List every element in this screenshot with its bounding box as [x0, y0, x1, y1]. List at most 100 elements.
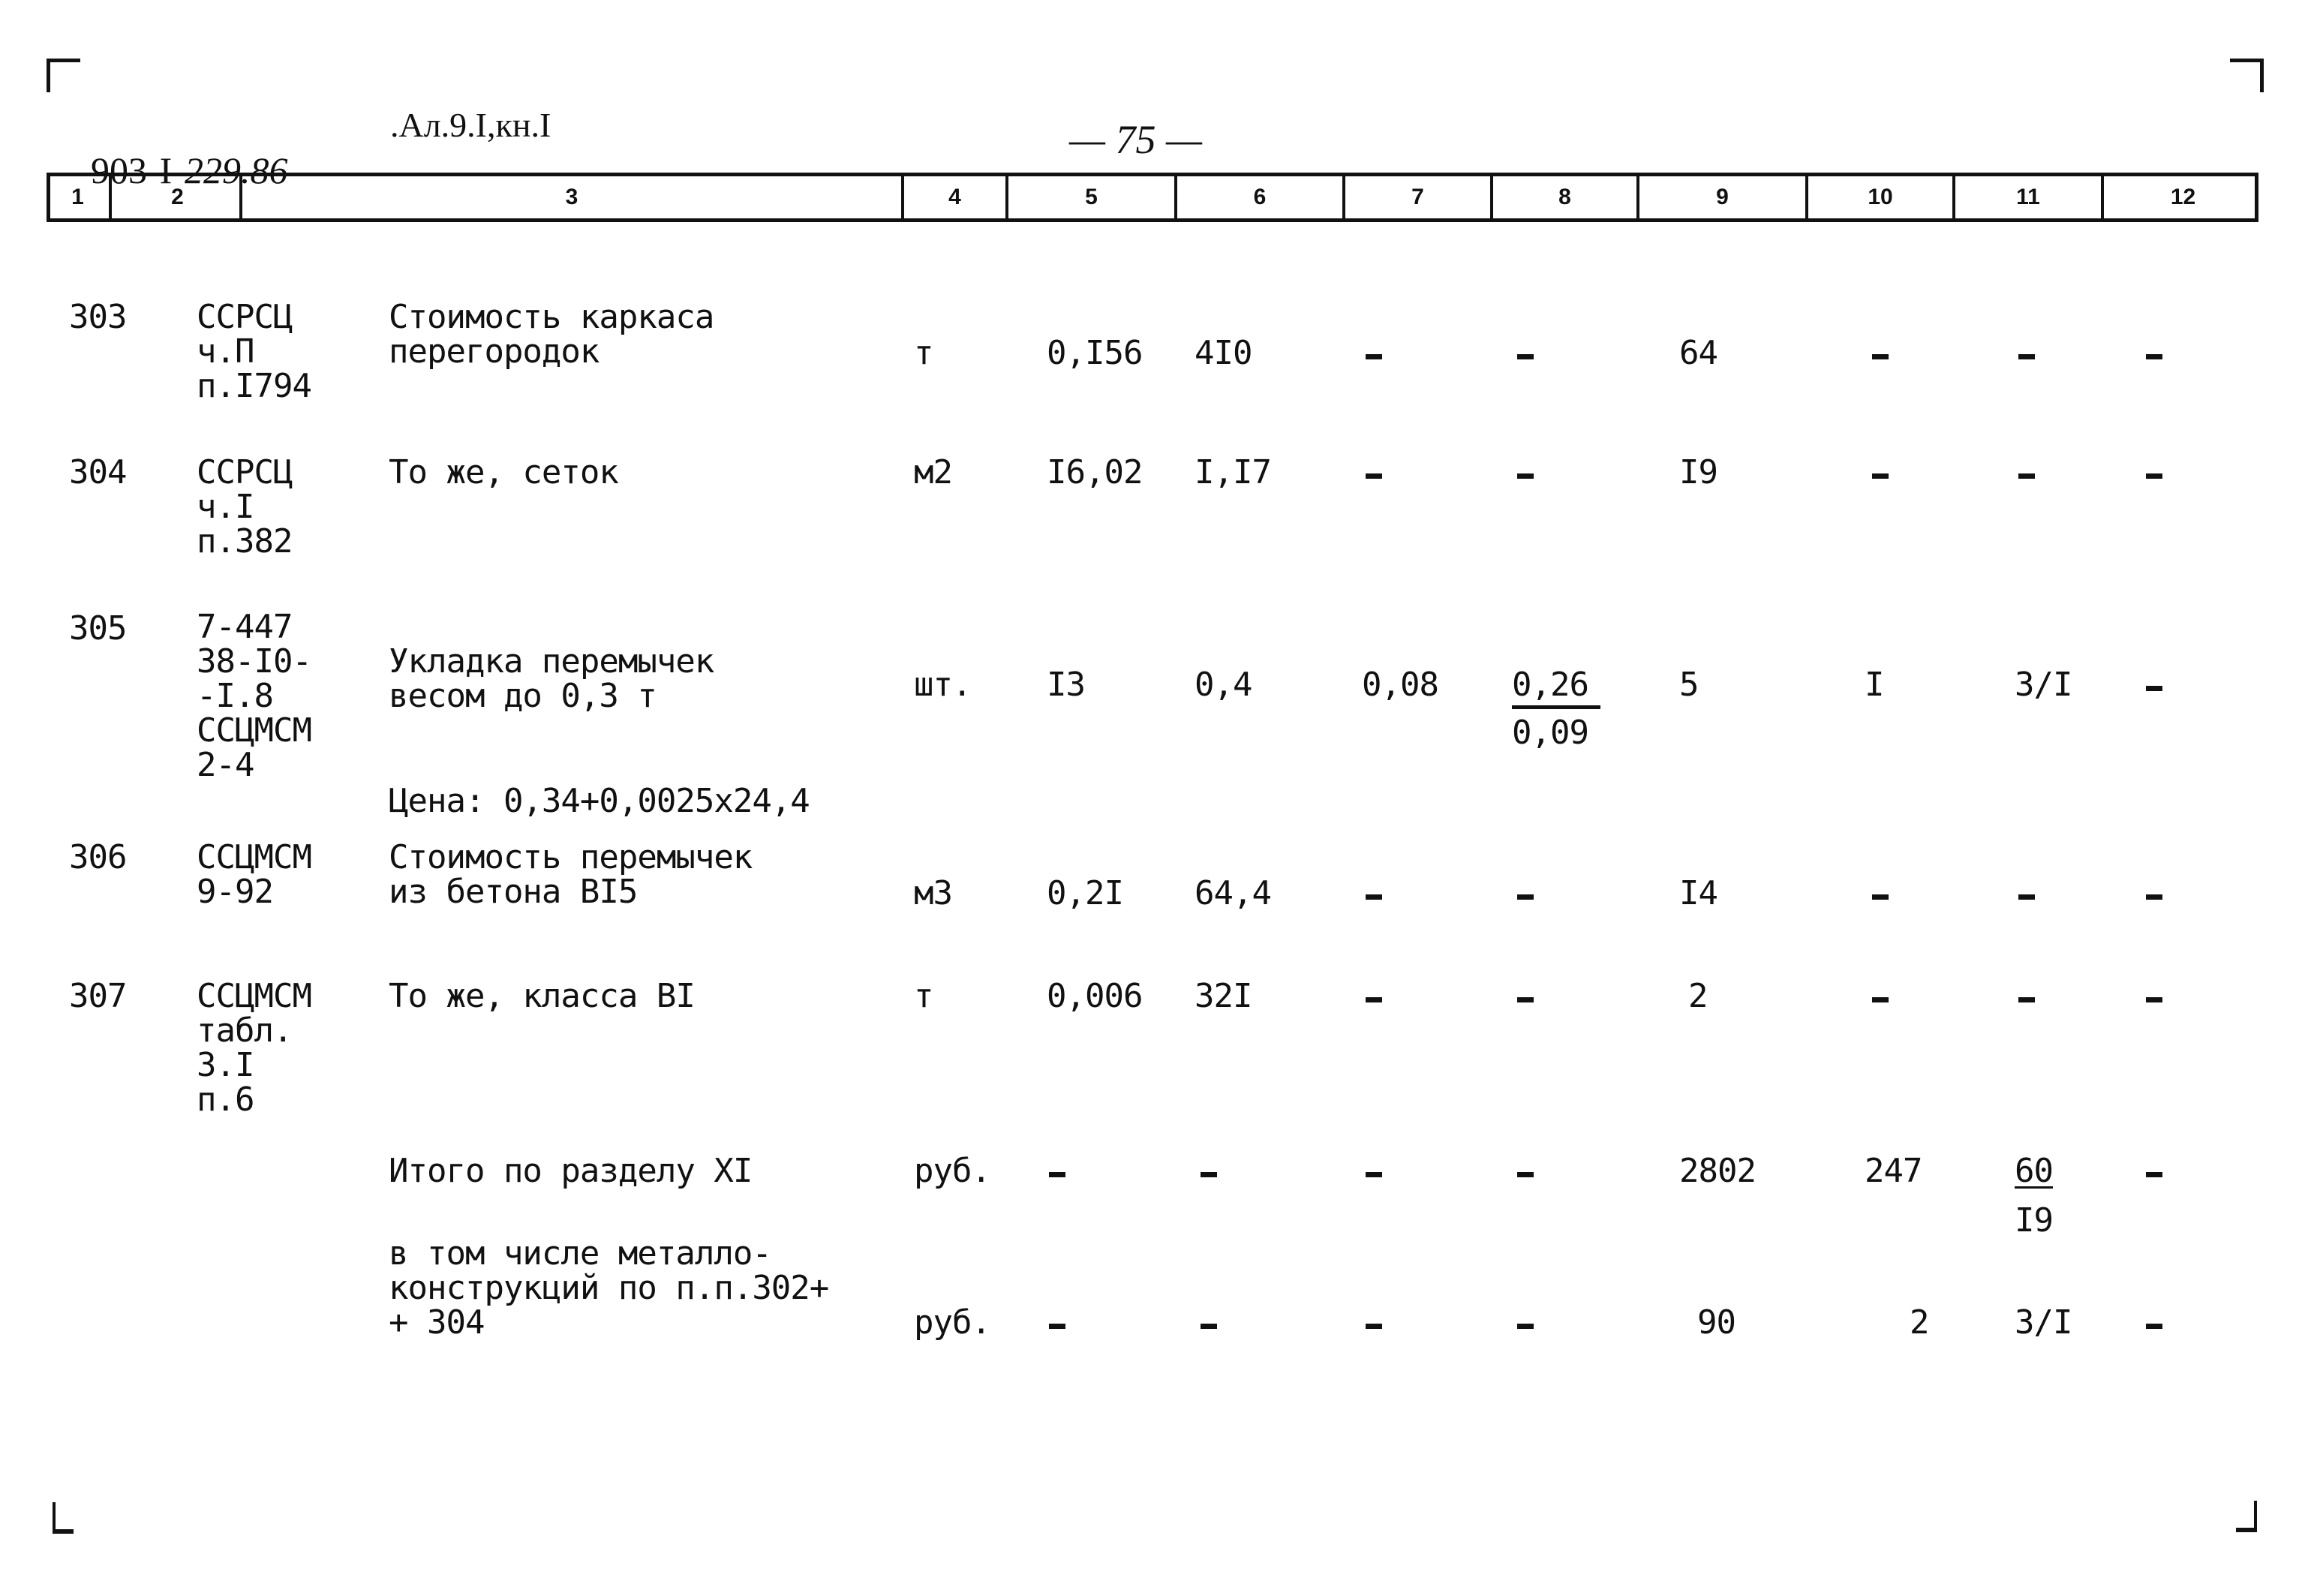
reference-code-line: п.382: [197, 522, 293, 561]
totals-col12-dash: [2146, 1172, 2162, 1177]
unit-cell: т: [914, 977, 933, 1015]
reference-code-line: ч.П: [197, 332, 254, 371]
column-12-cell-dash: [2146, 686, 2162, 691]
column-11-cell-dash: [2018, 354, 2035, 359]
unit-cell: т: [914, 334, 933, 372]
item-description-line: весом до 0,3 т: [389, 677, 657, 715]
column-8-numerator: 0,26: [1512, 666, 1589, 704]
column-header-4: 4: [904, 176, 1008, 218]
totals-description-line: + 304: [389, 1303, 485, 1342]
column-12-cell-dash: [2146, 997, 2162, 1002]
row-number: 306: [69, 838, 127, 876]
quantity-cell: 0,2I: [1047, 874, 1124, 912]
totals-col6-dash: [1201, 1172, 1217, 1177]
totals-col10: 2: [1910, 1303, 1929, 1342]
row-number: 305: [69, 609, 127, 648]
unit-cost-cell: I,I7: [1195, 453, 1272, 491]
reference-code-line: ССРСЦ: [197, 298, 293, 336]
total-cost-cell: I4: [1679, 874, 1718, 912]
column-7-cell-dash: [1366, 473, 1382, 479]
item-description-line: Стоимость перемычек: [389, 838, 753, 876]
total-cost-cell: 64: [1679, 334, 1718, 372]
column-11-cell: 3/I: [2015, 666, 2072, 704]
column-8-cell-dash: [1517, 997, 1534, 1002]
reference-code-line: п.I794: [197, 367, 312, 405]
row-number: 304: [69, 453, 127, 491]
column-11-cell-dash: [2018, 894, 2035, 900]
column-header-3: 3: [242, 176, 904, 218]
reference-code-line: ССЦМСМ: [197, 838, 312, 876]
totals-col5-dash: [1049, 1324, 1065, 1329]
total-cost-cell: I9: [1679, 453, 1718, 491]
reference-code-line: п.6: [197, 1081, 254, 1119]
totals-col5-dash: [1049, 1172, 1065, 1177]
quantity-cell: I6,02: [1047, 453, 1143, 491]
item-description-line: Стоимость каркаса: [389, 298, 714, 336]
reference-code-line: 9-92: [197, 873, 274, 911]
document-reference: .Ал.9.I,кн.I: [390, 106, 551, 144]
column-12-cell-dash: [2146, 354, 2162, 359]
unit-cell: м2: [914, 453, 953, 491]
column-header-8: 8: [1493, 176, 1639, 218]
column-8-cell-dash: [1517, 473, 1534, 479]
totals-col9: 2802: [1679, 1152, 1757, 1190]
column-11-cell-dash: [2018, 997, 2035, 1002]
column-header-10: 10: [1808, 176, 1955, 218]
price-formula-note: Цена: 0,34+0,0025x24,4: [389, 782, 810, 820]
reference-code-line: ч.I: [197, 488, 254, 526]
reference-code-line: табл.: [197, 1011, 293, 1050]
column-header-6: 6: [1177, 176, 1345, 218]
item-description-line: из бетона BI5: [389, 873, 638, 911]
column-8-cell-dash: [1517, 894, 1534, 900]
reference-code-line: 2-4: [197, 746, 254, 784]
totals-col7-dash: [1366, 1324, 1382, 1329]
column-10-cell: I: [1865, 666, 1884, 704]
quantity-cell: 0,006: [1047, 977, 1143, 1015]
item-description-line: Укладка перемычек: [389, 642, 714, 681]
unit-cell: м3: [914, 874, 953, 912]
reference-code-line: -I.8: [197, 677, 274, 715]
totals-col7-dash: [1366, 1172, 1382, 1177]
page-number: — 75 —: [1069, 117, 1203, 162]
crop-mark-top-right: [2230, 59, 2264, 92]
totals-col10: 247: [1865, 1152, 1922, 1190]
crop-mark-bottom-left: [53, 1502, 74, 1534]
reference-code-line: 38-I0-: [197, 642, 312, 681]
item-description-line: То же, сеток: [389, 453, 619, 491]
totals-col8-dash: [1517, 1172, 1534, 1177]
totals-col12-dash: [2146, 1324, 2162, 1329]
column-8-denominator: 0,09: [1512, 714, 1589, 752]
totals-description-line: конструкций по п.п.302+: [389, 1269, 829, 1307]
column-7-cell-dash: [1366, 997, 1382, 1002]
reference-code-line: 3.I: [197, 1046, 254, 1084]
totals-col9: 90: [1697, 1303, 1736, 1342]
totals-description-line: в том числе металло-: [389, 1234, 772, 1273]
column-header-row: 1 2 3 4 5 6 7 8 9 10 11 12: [47, 173, 2258, 222]
reference-code-line: ССЦМСМ: [197, 711, 312, 750]
quantity-cell: I3: [1047, 666, 1086, 704]
unit-cost-cell: 32I: [1195, 977, 1252, 1015]
column-header-2: 2: [116, 176, 242, 218]
totals-col8-dash: [1517, 1324, 1534, 1329]
column-header-9: 9: [1639, 176, 1808, 218]
column-header-12: 12: [2170, 185, 2196, 209]
column-10-cell-dash: [1872, 473, 1889, 479]
totals-unit-cell: руб.: [914, 1303, 991, 1342]
column-7-cell-dash: [1366, 894, 1382, 900]
item-description-line: перегородок: [389, 332, 600, 371]
totals-col11-bottom: I9: [2015, 1201, 2054, 1240]
item-description-line: То же, класса BI: [389, 977, 696, 1015]
column-12-cell-dash: [2146, 473, 2162, 479]
total-cost-cell: 2: [1688, 977, 1708, 1015]
reference-code-line: 7-447: [197, 608, 293, 646]
column-header-11: 11: [1955, 176, 2104, 218]
column-7-cell: 0,08: [1362, 666, 1439, 704]
unit-cost-cell: 0,4: [1195, 666, 1252, 704]
column-12-cell-dash: [2146, 894, 2162, 900]
column-11-cell-dash: [2018, 473, 2035, 479]
totals-description-line: Итого по разделу XI: [389, 1152, 753, 1190]
column-10-cell-dash: [1872, 997, 1889, 1002]
unit-cost-cell: 4I0: [1195, 334, 1252, 372]
totals-col11-top: 60: [2015, 1152, 2054, 1190]
unit-cost-cell: 64,4: [1195, 874, 1272, 912]
